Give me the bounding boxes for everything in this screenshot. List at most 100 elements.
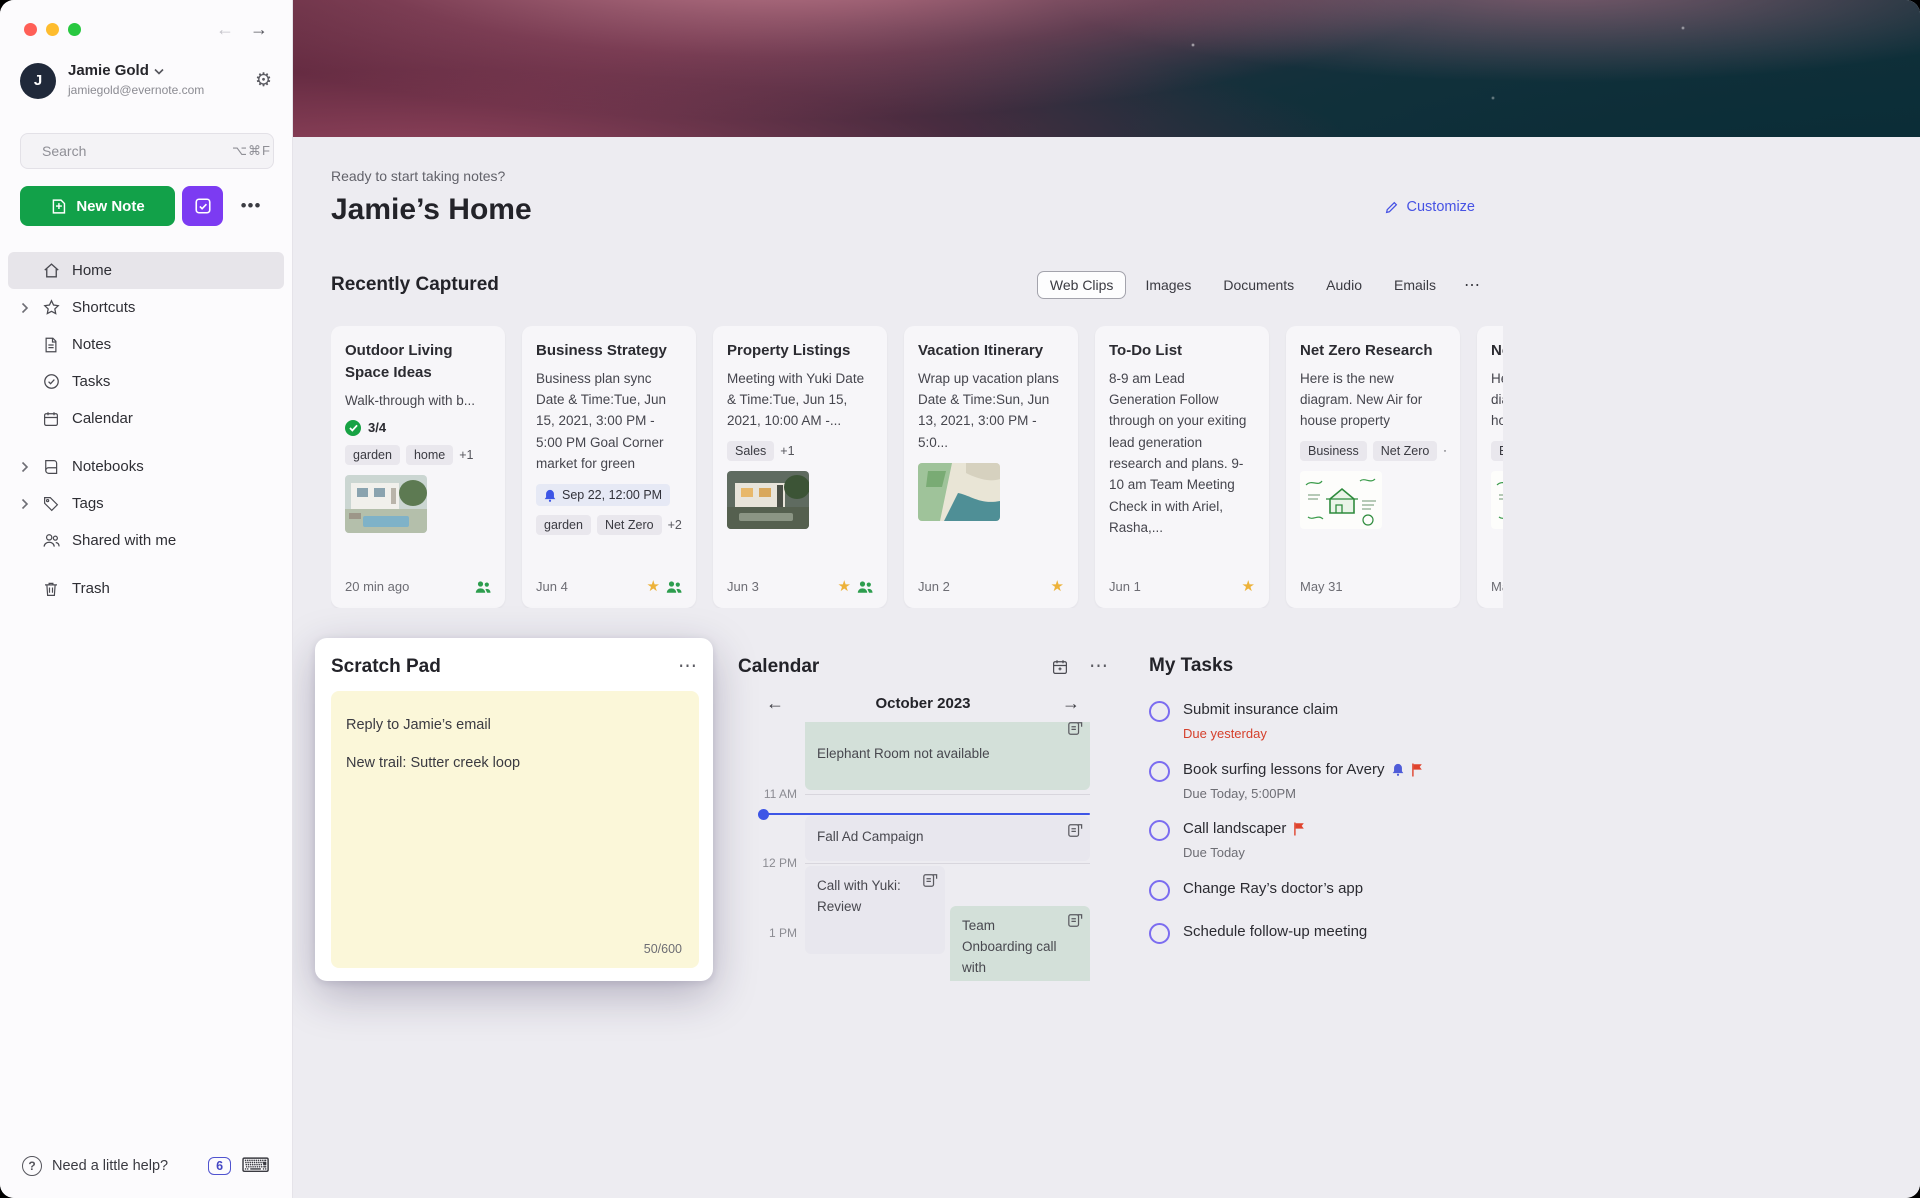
user-email: jamiegold@evernote.com [68,83,204,97]
tag-pill[interactable]: Business [1300,441,1367,461]
task-row[interactable]: Book surfing lessons for Avery Due Today… [1149,761,1449,802]
task-checkbox[interactable] [1149,701,1170,722]
sidebar-item-shared-with-me[interactable]: Shared with me [8,522,284,559]
scratch-pad-textarea[interactable]: Reply to Jamie’s email New trail: Sutter… [331,691,699,968]
shared-icon [857,580,873,594]
account-switcher[interactable]: J Jamie Gold jamiegold@evernote.com ⚙ [0,62,292,99]
zoom-window-button[interactable] [68,23,81,36]
tag-pill[interactable]: Net Zero [597,515,662,535]
filter-images[interactable]: Images [1132,271,1204,299]
scratch-pad-widget: Scratch Pad ⋯ Reply to Jamie’s email New… [315,638,713,981]
customize-button[interactable]: Customize [1384,199,1476,215]
note-card-title: Property Listings [727,340,873,362]
history-back-icon[interactable]: ← [216,19,234,40]
tag-pill[interactable]: home [406,445,453,465]
new-task-button[interactable] [182,186,223,226]
expand-chevron-icon[interactable] [18,461,31,473]
note-link-icon[interactable] [1067,823,1083,838]
help-label[interactable]: Need a little help? [52,1158,168,1174]
keyboard-shortcuts-icon[interactable]: ⌨ [241,1153,270,1178]
more-tags[interactable]: +2 [668,518,682,532]
filter-more[interactable]: ⋯ [1455,269,1489,301]
note-thumbnail-diagram [1491,471,1503,529]
note-card[interactable]: Property Listings Meeting with Yuki Date… [713,326,887,608]
more-tags[interactable]: +1 [1443,444,1446,458]
sidebar-item-tags[interactable]: Tags [8,485,284,522]
note-link-icon[interactable] [1067,913,1083,928]
avatar: J [20,63,56,99]
sidebar-more-button[interactable]: ••• [230,186,272,226]
expand-chevron-icon[interactable] [18,302,31,314]
note-card[interactable]: To-Do List 8-9 am Lead Generation Follow… [1095,326,1269,608]
sidebar-item-calendar[interactable]: Calendar [8,400,284,437]
calendar-widget: Calendar ⋯ ← October 2023 → Elephant R [738,638,1110,981]
note-card[interactable]: Net Zero Research Here is the new diagra… [1477,326,1503,608]
tag-pill[interactable]: Business [1491,441,1503,461]
chevron-down-icon [154,68,164,75]
scratch-pad-options-button[interactable]: ⋯ [678,655,699,678]
calendar-options-button[interactable]: ⋯ [1089,655,1110,678]
calendar-event[interactable]: Call with Yuki: Review [805,866,945,954]
search-input[interactable] [42,143,223,159]
sidebar-item-tasks[interactable]: Tasks [8,363,284,400]
previous-month-button[interactable]: ← [766,693,784,714]
window-titlebar: ← → [0,0,292,40]
check-icon [345,420,361,436]
task-row[interactable]: Call landscaper Due Today [1149,820,1449,861]
note-card-snippet: Meeting with Yuki Date & Time:Tue, Jun 1… [727,368,873,432]
favorite-star-icon: ★ [1242,579,1255,594]
more-tags[interactable]: +1 [459,448,473,462]
calendar-event[interactable]: Elephant Room not available [805,722,1090,790]
sidebar-item-notes[interactable]: Notes [8,326,284,363]
note-card[interactable]: Outdoor Living Space Ideas Walk-through … [331,326,505,608]
close-window-button[interactable] [24,23,37,36]
expand-chevron-icon[interactable] [18,498,31,510]
sidebar-item-shortcuts[interactable]: Shortcuts [8,289,284,326]
note-card[interactable]: Net Zero Research Here is the new diagra… [1286,326,1460,608]
task-checkbox[interactable] [1149,761,1170,782]
month-label: October 2023 [875,695,970,712]
next-month-button[interactable]: → [1062,693,1080,714]
calendar-event[interactable]: Team Onboarding call with [950,906,1090,981]
filter-web-clips[interactable]: Web Clips [1037,271,1127,299]
note-date: Jun 1 [1109,579,1141,594]
note-plus-icon [50,198,67,215]
recently-captured-title: Recently Captured [331,274,499,296]
new-note-button[interactable]: New Note [20,186,175,226]
pencil-icon [1384,200,1399,215]
note-card[interactable]: Business Strategy Business plan sync Dat… [522,326,696,608]
filter-audio[interactable]: Audio [1313,271,1375,299]
sidebar-item-home[interactable]: Home [8,252,284,289]
calendar-event[interactable]: Fall Ad Campaign [805,816,1090,861]
task-checkbox[interactable] [1149,880,1170,901]
sidebar-item-trash[interactable]: Trash [8,570,284,607]
filter-emails[interactable]: Emails [1381,271,1449,299]
notification-count-badge[interactable]: 6 [208,1157,231,1175]
tag-pill[interactable]: garden [536,515,591,535]
sidebar-item-notebooks[interactable]: Notebooks [8,448,284,485]
more-tags[interactable]: +1 [780,444,794,458]
note-link-icon[interactable] [922,873,938,888]
task-row[interactable]: Submit insurance claim Due yesterday [1149,701,1449,742]
help-icon[interactable]: ? [22,1156,42,1176]
search-field[interactable]: ⌥⌘F [20,133,274,169]
task-checkbox[interactable] [1149,923,1170,944]
task-row[interactable]: Schedule follow-up meeting [1149,923,1449,944]
settings-gear-icon[interactable]: ⚙ [255,69,272,92]
note-link-icon[interactable] [1067,722,1083,736]
tag-pill[interactable]: Net Zero [1373,441,1438,461]
task-row[interactable]: Change Ray’s doctor’s app [1149,880,1449,901]
history-forward-icon[interactable]: → [250,19,268,40]
check-circle-icon [42,372,61,391]
note-thumbnail-map [918,463,1000,521]
note-card-snippet: Here is the new diagram. New Air for hou… [1300,368,1446,432]
minimize-window-button[interactable] [46,23,59,36]
tag-pill[interactable]: Sales [727,441,774,461]
task-checkbox[interactable] [1149,820,1170,841]
filter-documents[interactable]: Documents [1210,271,1307,299]
note-date: Jun 4 [536,579,568,594]
calendar-plus-icon[interactable] [1051,658,1069,676]
note-card[interactable]: Vacation Itinerary Wrap up vacation plan… [904,326,1078,608]
task-progress-badge: 3/4 [345,420,491,436]
tag-pill[interactable]: garden [345,445,400,465]
